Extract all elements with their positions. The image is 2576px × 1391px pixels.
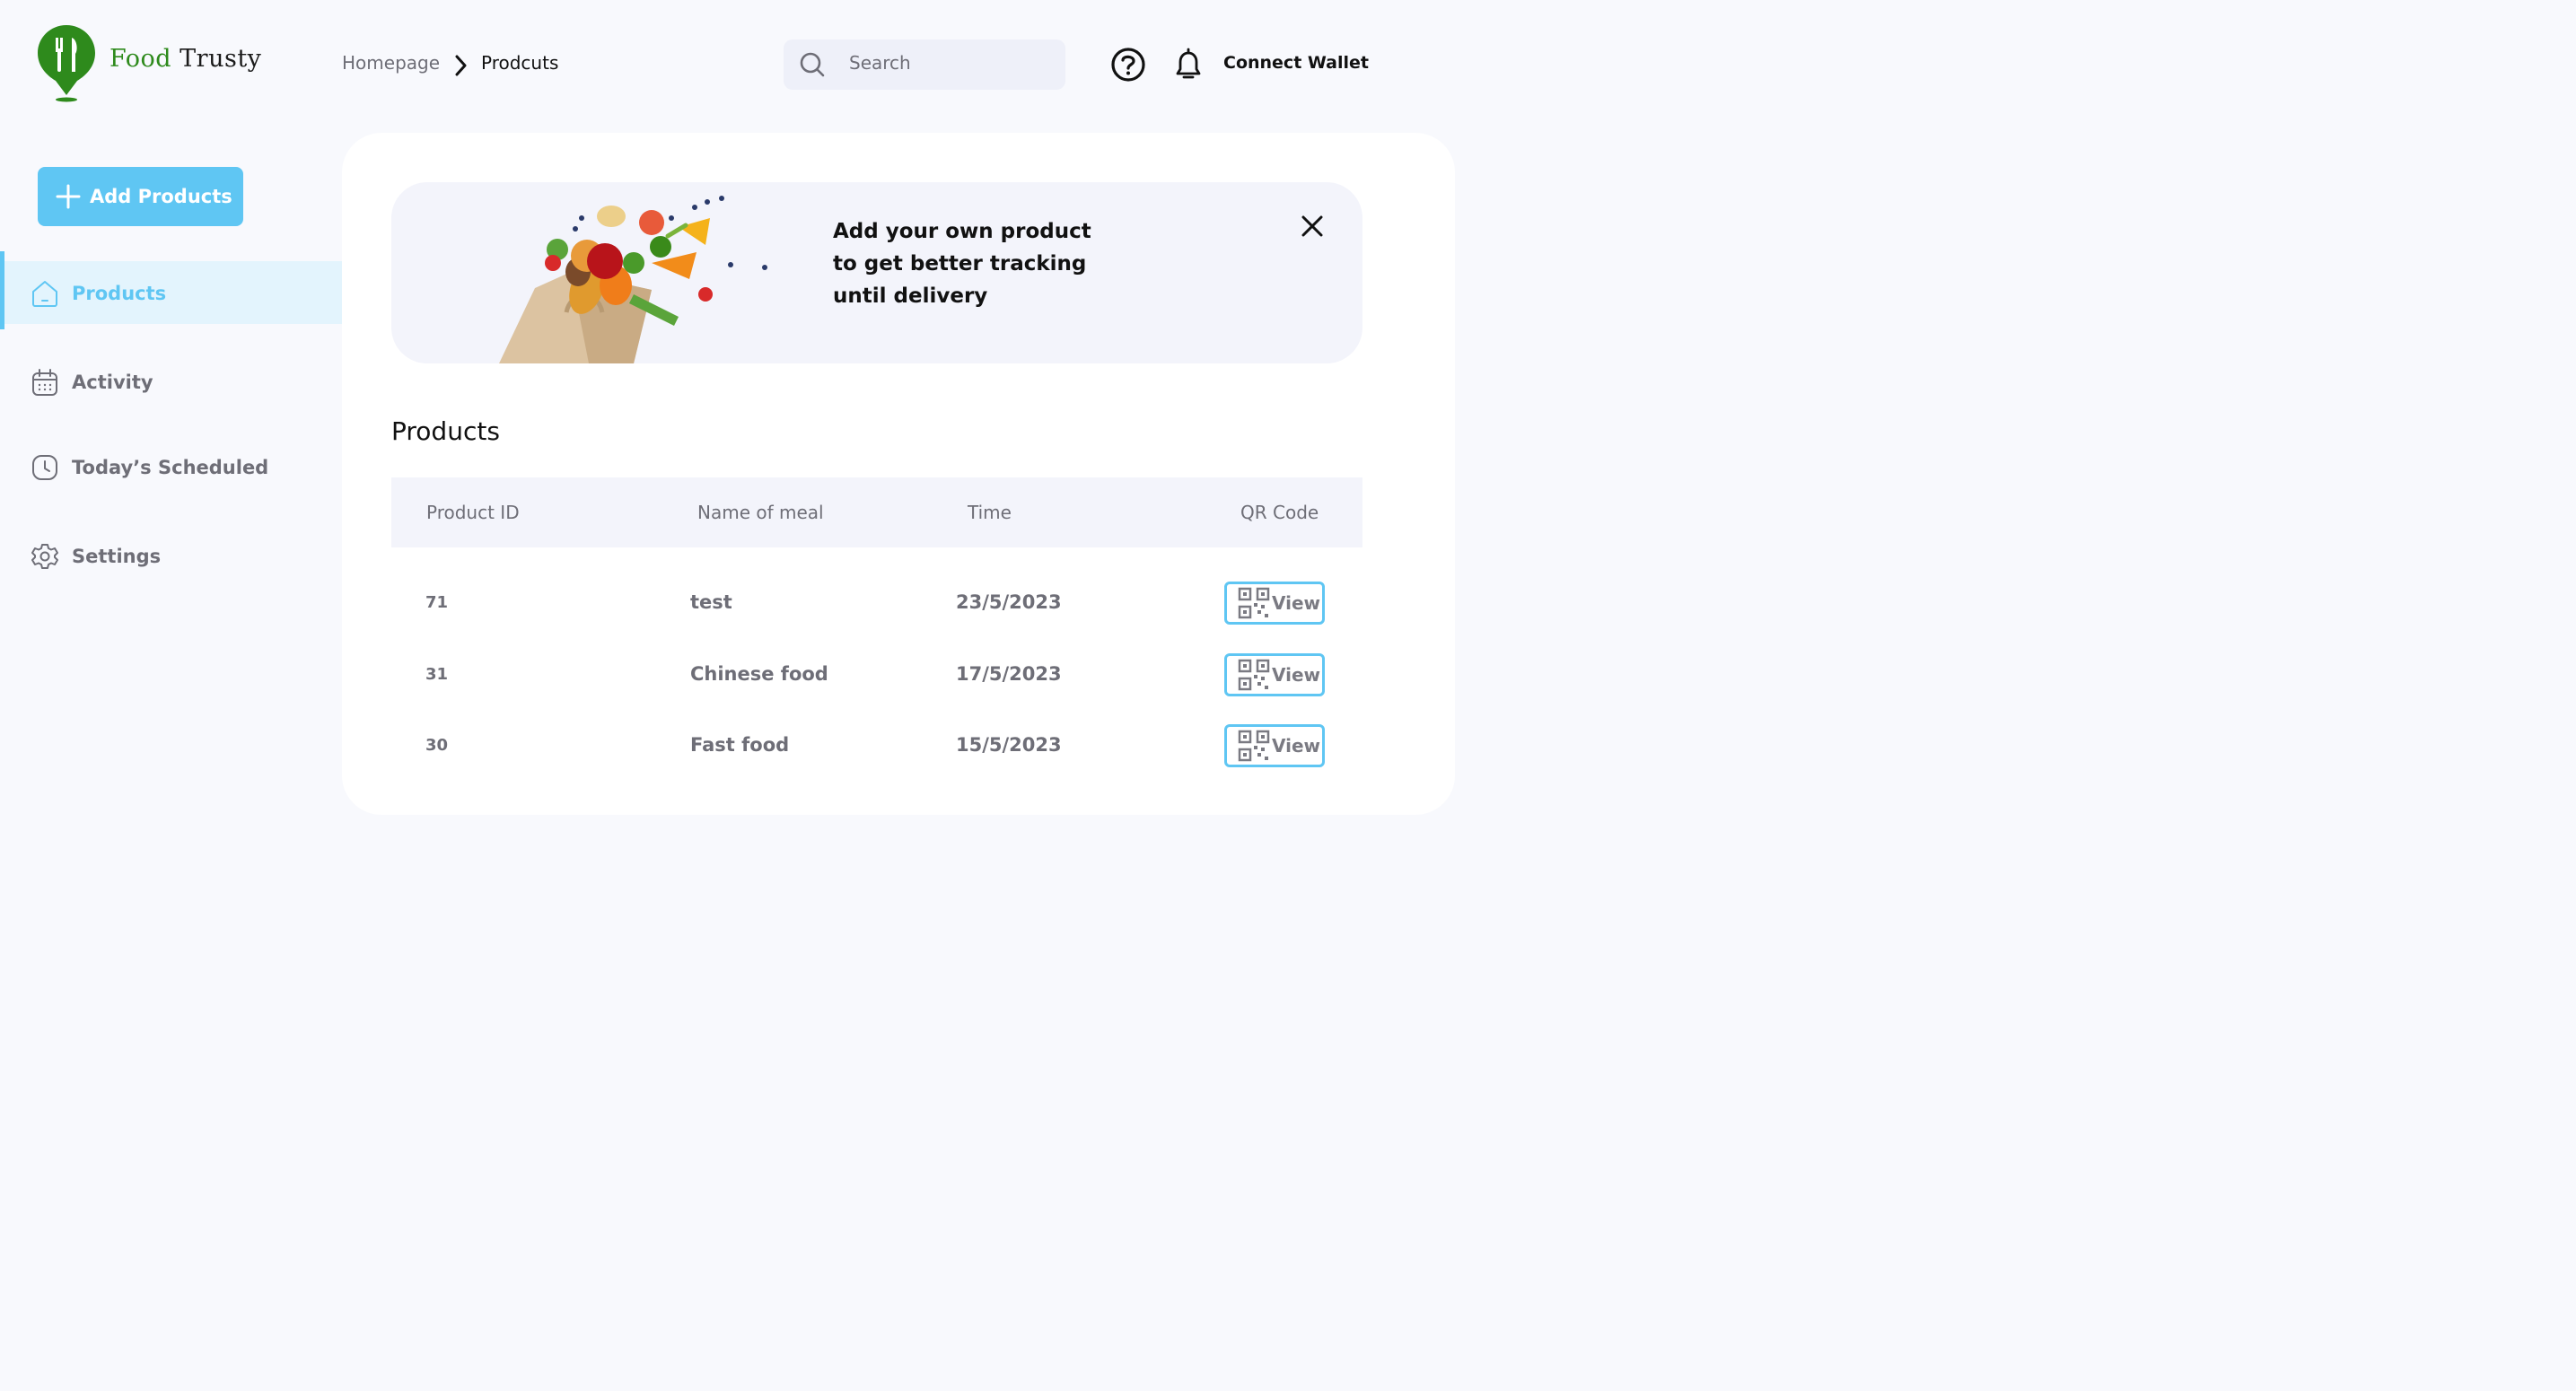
column-header-product-id: Product ID: [426, 502, 520, 523]
view-qr-button[interactable]: View: [1224, 724, 1325, 767]
search-bar[interactable]: [784, 39, 1065, 90]
qr-code-icon: [1238, 587, 1270, 619]
column-header-name-of-meal: Name of meal: [697, 502, 824, 523]
view-qr-button[interactable]: View: [1224, 582, 1325, 625]
bell-icon[interactable]: [1170, 47, 1206, 83]
close-icon[interactable]: [1301, 214, 1324, 238]
brand-word-food: Food: [110, 45, 172, 73]
brand-word-trusty: Trusty: [180, 45, 262, 73]
gear-icon: [31, 544, 58, 569]
search-input[interactable]: Search: [849, 52, 911, 74]
view-button-label: View: [1272, 664, 1321, 686]
chevron-right-icon: [455, 55, 467, 76]
brand-name: Food Trusty: [110, 45, 261, 73]
table-row-time: 15/5/2023: [956, 734, 1062, 756]
table-row-meal-name: Chinese food: [690, 663, 828, 685]
view-button-label: View: [1272, 592, 1321, 614]
breadcrumb-home-link[interactable]: Homepage: [342, 52, 440, 74]
qr-code-icon: [1238, 730, 1270, 762]
food-trusty-logo-icon: [38, 25, 95, 102]
table-row-product-id: 30: [425, 736, 449, 755]
table-row-product-id: 31: [425, 665, 449, 684]
sidebar-item-label: Activity: [72, 372, 153, 393]
home-icon: [32, 281, 57, 307]
banner-line: to get better tracking: [833, 252, 1087, 276]
calendar-icon: [32, 369, 57, 396]
breadcrumb-current: Prodcuts: [481, 52, 559, 74]
grocery-bag-illustration: [499, 196, 767, 363]
help-icon[interactable]: [1110, 47, 1146, 83]
sidebar-item-settings[interactable]: Settings: [31, 538, 161, 574]
products-section-title: Products: [391, 416, 500, 446]
column-header-time: Time: [968, 502, 1012, 523]
banner-line: until delivery: [833, 284, 988, 308]
table-row-product-id: 71: [425, 593, 449, 612]
plus-icon: [56, 184, 81, 209]
table-row-meal-name: test: [690, 591, 732, 613]
add-products-button[interactable]: Add Products: [38, 167, 243, 226]
search-icon: [800, 52, 825, 77]
sidebar-item-todays-scheduled[interactable]: Today’s Scheduled: [31, 450, 268, 486]
sidebar-item-label: Settings: [72, 546, 162, 567]
table-row-time: 17/5/2023: [956, 663, 1062, 685]
sidebar-item-activity[interactable]: Activity: [31, 364, 153, 400]
table-row-time: 23/5/2023: [956, 591, 1062, 613]
table-row-meal-name: Fast food: [690, 734, 790, 756]
banner-line: Add your own product: [833, 220, 1091, 243]
sidebar-item-label: Today’s Scheduled: [72, 457, 269, 478]
table-header: [391, 477, 1362, 547]
qr-code-icon: [1238, 659, 1270, 691]
add-products-label: Add Products: [90, 186, 232, 207]
sidebar-item-label: Products: [72, 283, 167, 304]
banner-message: Add your own product to get better track…: [833, 215, 1091, 312]
clock-icon: [32, 455, 57, 480]
sidebar-active-indicator: [0, 251, 4, 329]
column-header-qr-code: QR Code: [1240, 502, 1319, 523]
sidebar-item-products[interactable]: Products: [31, 276, 166, 311]
view-button-label: View: [1272, 735, 1321, 757]
connect-wallet-button[interactable]: Connect Wallet: [1223, 53, 1369, 73]
view-qr-button[interactable]: View: [1224, 653, 1325, 696]
